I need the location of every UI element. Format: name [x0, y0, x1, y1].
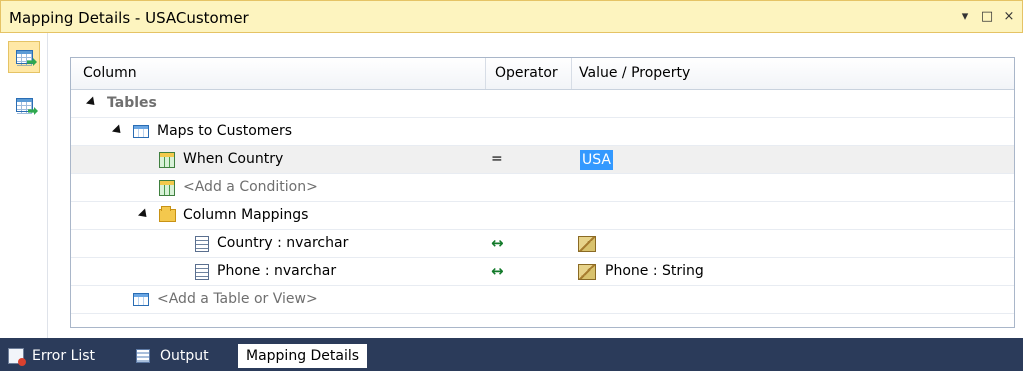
mapping-panel: Column Operator Value / Property Tables … [0, 33, 1023, 338]
title-bar: Mapping Details - USACustomer ▾ □ × [0, 0, 1023, 33]
tab-error-list[interactable]: Error List [8, 344, 95, 368]
tab-label: Mapping Details [246, 348, 360, 364]
error-list-icon [8, 348, 26, 366]
row-value[interactable]: Phone : String [605, 263, 704, 279]
value-property-header[interactable]: Value / Property [579, 65, 690, 81]
tree-row-add-table-or-view[interactable]: <Add a Table or View> [71, 286, 1014, 314]
grid-header: Column Operator Value / Property [71, 58, 1014, 90]
property-icon[interactable] [578, 236, 596, 252]
operator-header[interactable]: Operator [495, 65, 558, 81]
condition-value-input[interactable]: USA [580, 150, 613, 170]
tab-label: Output [160, 348, 209, 364]
mapping-details-window: Mapping Details - USACustomer ▾ □ × Colu… [0, 0, 1023, 371]
collapse-arrow-icon[interactable] [85, 96, 99, 109]
mapping-arrow-icon: ↔ [491, 234, 504, 252]
row-label: <Add a Table or View> [157, 291, 318, 307]
tree-row-phone-nvarchar[interactable]: Phone : nvarchar ↔ Phone : String [71, 258, 1014, 286]
output-icon [136, 349, 150, 363]
window-controls: ▾ □ × [958, 9, 1016, 24]
mapping-arrow-icon: ↔ [491, 262, 504, 280]
tree-row-add-condition[interactable]: <Add a Condition> [71, 174, 1014, 202]
map-entity-to-table-button[interactable] [8, 41, 40, 73]
table-icon [133, 125, 149, 138]
close-icon[interactable]: × [1002, 9, 1016, 24]
tab-label: Error List [32, 348, 96, 364]
column-icon [195, 264, 209, 280]
table-icon [133, 293, 149, 306]
column-header[interactable]: Column [83, 65, 137, 81]
mapping-grid: Column Operator Value / Property Tables … [70, 57, 1015, 328]
tree-row-when-country[interactable]: When Country = USA [71, 146, 1014, 174]
column-separator [571, 58, 572, 89]
column-icon [195, 236, 209, 252]
bottom-tab-bar: Error List Output Mapping Details [0, 338, 1023, 371]
tree-row-country-nvarchar[interactable]: Country : nvarchar ↔ [71, 230, 1014, 258]
column-separator [485, 58, 486, 89]
tree-row-maps-to-customers[interactable]: Maps to Customers [71, 118, 1014, 146]
window-title: Mapping Details - USACustomer [9, 9, 249, 27]
row-label: Tables [107, 95, 157, 111]
collapse-arrow-icon[interactable] [111, 124, 125, 137]
row-label: Column Mappings [183, 207, 309, 223]
tree-row-column-mappings[interactable]: Column Mappings [71, 202, 1014, 230]
dropdown-icon[interactable]: ▾ [958, 9, 972, 24]
folder-icon [159, 206, 176, 222]
row-label: <Add a Condition> [183, 179, 318, 195]
operator-value[interactable]: = [491, 151, 503, 167]
collapse-arrow-icon[interactable] [137, 208, 151, 221]
row-label: Country : nvarchar [217, 235, 349, 251]
condition-icon [159, 180, 175, 196]
tab-mapping-details[interactable]: Mapping Details [238, 344, 368, 368]
map-entity-to-functions-button[interactable] [8, 89, 40, 121]
tab-output[interactable]: Output [136, 344, 209, 368]
row-label: Maps to Customers [157, 123, 293, 139]
tree-row-tables[interactable]: Tables [71, 90, 1014, 118]
maximize-icon[interactable]: □ [980, 9, 994, 24]
side-toolbar [0, 33, 48, 338]
row-label: Phone : nvarchar [217, 263, 337, 279]
property-icon[interactable] [578, 264, 596, 280]
row-label: When Country [183, 151, 284, 167]
condition-icon [159, 152, 175, 168]
